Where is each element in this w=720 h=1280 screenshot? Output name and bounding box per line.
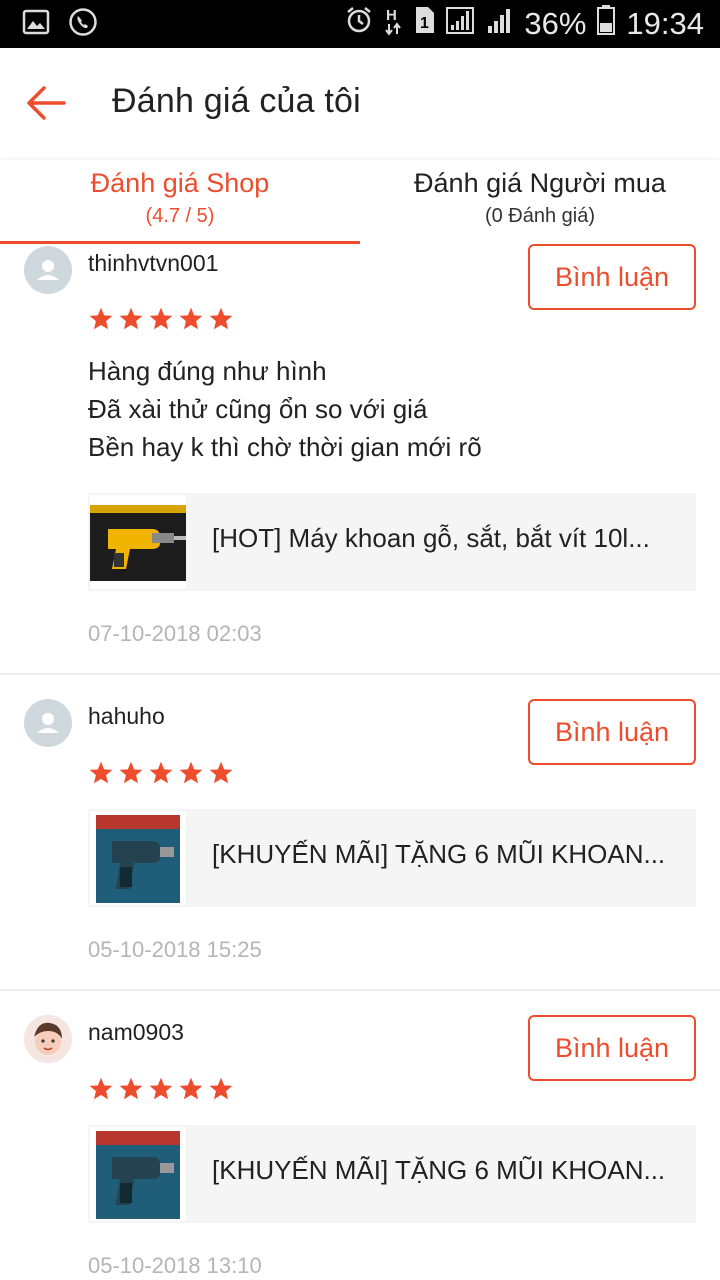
star-icon (179, 307, 203, 330)
status-bar-right: H 1 36% 19:34 (344, 4, 704, 44)
tab-bar: Đánh giá Shop (4.7 / 5) Đánh giá Người m… (0, 160, 720, 244)
user-icon (37, 260, 59, 280)
product-name: [KHUYẾN MÃI] TẶNG 6 MŨI KHOAN... (212, 1155, 666, 1185)
star-icon (209, 307, 233, 330)
product-name: [HOT] Máy khoan gỗ, sắt, bắt vít 10l... (212, 523, 650, 553)
review-item: hahuho Bình luận [KHUYẾN MÃI] TẶNG 6 MŨI… (0, 675, 720, 990)
drill-image (90, 505, 186, 581)
review-text-line: Hàng đúng như hình (88, 356, 327, 386)
svg-text:H: H (386, 7, 397, 24)
product-card[interactable]: [KHUYẾN MÃI] TẶNG 6 MŨI KHOAN... (88, 809, 696, 907)
back-button[interactable] (24, 80, 70, 126)
star-icon (119, 307, 143, 330)
page-title: Đánh giá của tôi (112, 82, 361, 120)
product-thumbnail (90, 811, 186, 905)
review-text: Hàng đúng như hình Đã xài thử cũng ổn so… (88, 352, 482, 466)
user-photo (24, 1015, 72, 1063)
username: hahuho (88, 703, 165, 729)
review-text-line: Đã xài thử cũng ổn so với giá (88, 394, 428, 424)
signal-1-icon (446, 5, 476, 43)
review-item: nam0903 Bình luận [KHUYẾN MÃI] TẶNG 6 MŨ… (0, 991, 720, 1280)
tab-shop-reviews[interactable]: Đánh giá Shop (4.7 / 5) (0, 160, 360, 244)
tab-title: Đánh giá Người mua (414, 168, 666, 198)
review-item: thinhvtvn001 Bình luận Hàng đúng như hìn… (0, 244, 720, 674)
star-icon (89, 761, 113, 784)
username: thinhvtvn001 (88, 250, 219, 276)
product-thumbnail (90, 495, 186, 589)
avatar (24, 246, 72, 294)
drill-kit-image (96, 1131, 180, 1219)
phone-call-icon (68, 7, 98, 42)
product-name: [KHUYẾN MÃI] TẶNG 6 MŨI KHOAN... (212, 839, 666, 869)
gallery-icon (22, 9, 50, 40)
review-date: 05-10-2018 15:25 (88, 937, 262, 962)
tab-subtitle: (0 Đánh giá) (484, 205, 596, 227)
status-bar: H 1 36% 19:34 (0, 0, 720, 48)
avatar (24, 699, 72, 747)
comment-button[interactable]: Bình luận (528, 244, 696, 310)
comment-button[interactable]: Bình luận (528, 1015, 696, 1081)
star-icon (119, 1077, 143, 1100)
battery-percent: 36% (524, 6, 587, 41)
star-rating (88, 760, 234, 788)
tab-buyer-reviews[interactable]: Đánh giá Người mua (0 Đánh giá) (360, 160, 720, 244)
svg-text:1: 1 (420, 15, 429, 32)
star-icon (209, 1077, 233, 1100)
user-icon (37, 713, 59, 733)
signal-2-icon (486, 5, 514, 43)
review-date: 07-10-2018 02:03 (88, 621, 262, 646)
star-icon (119, 761, 143, 784)
star-icon (89, 1077, 113, 1100)
status-bar-left (22, 7, 98, 40)
arrow-left-icon (27, 86, 66, 120)
star-rating (88, 306, 234, 334)
status-time: 19:34 (626, 6, 704, 41)
alarm-icon (344, 5, 374, 43)
star-icon (179, 761, 203, 784)
app-header: Đánh giá của tôi (0, 48, 720, 160)
product-card[interactable]: [KHUYẾN MÃI] TẶNG 6 MŨI KHOAN... (88, 1125, 696, 1223)
battery-icon (596, 4, 616, 44)
tab-subtitle: (4.7 / 5) (145, 205, 215, 227)
review-date: 05-10-2018 13:10 (88, 1253, 262, 1278)
drill-kit-image (96, 815, 180, 903)
review-text-line: Bền hay k thì chờ thời gian mới rõ (88, 432, 482, 462)
star-icon (179, 1077, 203, 1100)
product-thumbnail (90, 1127, 186, 1221)
star-icon (149, 1077, 173, 1100)
avatar (24, 1015, 72, 1063)
sim-1-icon: 1 (414, 5, 436, 43)
star-rating (88, 1076, 234, 1104)
comment-button[interactable]: Bình luận (528, 699, 696, 765)
product-card[interactable]: [HOT] Máy khoan gỗ, sắt, bắt vít 10l... (88, 493, 696, 591)
star-icon (89, 307, 113, 330)
username: nam0903 (88, 1019, 184, 1045)
star-icon (209, 761, 233, 784)
hplus-data-icon: H (384, 4, 404, 44)
tab-title: Đánh giá Shop (90, 168, 270, 198)
star-icon (149, 307, 173, 330)
star-icon (149, 761, 173, 784)
